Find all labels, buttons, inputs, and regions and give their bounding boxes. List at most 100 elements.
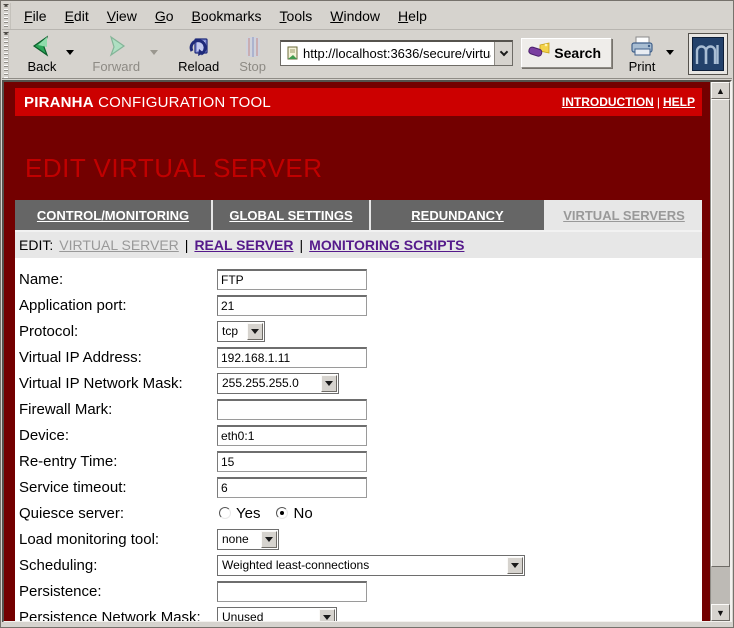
scrollbar-track[interactable] — [711, 567, 730, 604]
scheduling-select[interactable]: Weighted least-connections — [217, 555, 525, 576]
virtual-ip-label: Virtual IP Address: — [18, 349, 217, 366]
tab-control-monitoring[interactable]: CONTROL/MONITORING — [15, 200, 211, 230]
forward-dropdown-icon[interactable] — [150, 50, 158, 59]
menu-edit-hotkey: E — [65, 8, 74, 24]
menu-bookmarks-hotkey: B — [192, 8, 201, 24]
scroll-up-button[interactable]: ▲ — [711, 82, 730, 99]
load-monitoring-label: Load monitoring tool: — [18, 531, 217, 548]
menu-window-label: indow — [343, 8, 380, 24]
protocol-value: tcp — [218, 322, 246, 341]
page-proxy-icon — [281, 42, 300, 65]
virtual-ip-netmask-select[interactable]: 255.255.255.0 — [217, 373, 339, 394]
load-monitoring-value: none — [218, 530, 260, 549]
back-label: Back — [27, 59, 56, 74]
toolbar-grippy[interactable] — [2, 3, 11, 29]
menu-view[interactable]: View — [98, 4, 146, 28]
menu-bar: File Edit View Go Bookmarks Tools Window… — [2, 3, 732, 30]
subnav-prefix: EDIT: — [19, 237, 53, 253]
tab-virtual-servers[interactable]: VIRTUAL SERVERS — [546, 200, 702, 230]
stop-icon — [241, 35, 265, 59]
tab-global-settings[interactable]: GLOBAL SETTINGS — [213, 200, 369, 230]
back-dropdown-icon[interactable] — [66, 50, 74, 59]
menu-go-label: o — [166, 8, 174, 24]
navigation-toolbar: Back Forward Reload Stop — [2, 31, 732, 79]
menu-file-label: ile — [33, 8, 47, 24]
name-input[interactable] — [217, 269, 367, 290]
scrollbar-thumb[interactable] — [711, 99, 730, 567]
menu-file[interactable]: File — [15, 4, 56, 28]
stop-button[interactable]: Stop — [233, 34, 272, 75]
search-flashlight-icon — [528, 42, 550, 63]
menu-edit[interactable]: Edit — [56, 4, 98, 28]
tab-bar: CONTROL/MONITORING GLOBAL SETTINGS REDUN… — [15, 200, 702, 230]
scheduling-label: Scheduling: — [18, 557, 217, 574]
print-label: Print — [629, 59, 656, 74]
url-bar — [280, 40, 513, 66]
subnav-real-server-link[interactable]: REAL SERVER — [194, 237, 293, 253]
print-button[interactable]: Print — [622, 34, 662, 75]
forward-button[interactable]: Forward — [86, 34, 146, 75]
form-row: Firewall Mark: — [18, 396, 702, 422]
menu-bookmarks[interactable]: Bookmarks — [183, 4, 271, 28]
content-box: CONTROL/MONITORING GLOBAL SETTINGS REDUN… — [15, 200, 702, 621]
menu-help-label: elp — [408, 8, 427, 24]
dropdown-arrow-icon — [251, 329, 259, 338]
form-row: Protocol: tcp — [18, 318, 702, 344]
menu-tools-hotkey: T — [280, 8, 287, 24]
persistence-netmask-label: Persistence Network Mask: — [18, 609, 217, 622]
menu-go[interactable]: Go — [146, 4, 183, 28]
url-history-dropdown[interactable] — [494, 42, 512, 65]
page-title: EDIT VIRTUAL SERVER — [25, 153, 702, 184]
menu-help[interactable]: Help — [389, 4, 436, 28]
menu-window-hotkey: W — [330, 8, 343, 24]
menu-tools-label: ools — [287, 8, 313, 24]
back-button[interactable]: Back — [21, 34, 62, 75]
form-row: Name: — [18, 266, 702, 292]
subnav-separator: | — [300, 237, 304, 253]
menu-view-label: iew — [116, 8, 137, 24]
help-link[interactable]: HELP — [663, 95, 695, 109]
forward-label: Forward — [92, 59, 140, 74]
load-monitoring-select[interactable]: none — [217, 529, 279, 550]
form-row: Scheduling: Weighted least-connections — [18, 552, 702, 578]
quiesce-yes-label: Yes — [236, 505, 260, 522]
introduction-link[interactable]: INTRODUCTION — [562, 95, 654, 109]
application-port-input[interactable] — [217, 295, 367, 316]
navbar-grippy[interactable] — [2, 31, 9, 78]
search-button[interactable]: Search — [521, 38, 612, 68]
persistence-netmask-select[interactable]: Unused — [217, 607, 337, 622]
device-input[interactable] — [217, 425, 367, 446]
header-link-separator: | — [654, 95, 663, 109]
subnav-monitoring-scripts-link[interactable]: MONITORING SCRIPTS — [309, 237, 464, 253]
protocol-label: Protocol: — [18, 323, 217, 340]
device-label: Device: — [18, 427, 217, 444]
print-dropdown-icon[interactable] — [666, 50, 674, 59]
protocol-select[interactable]: tcp — [217, 321, 265, 342]
edit-subnav: EDIT: VIRTUAL SERVER | REAL SERVER | MON… — [15, 230, 702, 258]
service-timeout-input[interactable] — [217, 477, 367, 498]
reload-icon — [186, 35, 212, 59]
quiesce-no-radio[interactable] — [276, 507, 288, 519]
quiesce-yes-radio[interactable] — [219, 507, 231, 519]
tab-redundancy[interactable]: REDUNDANCY — [371, 200, 544, 230]
persistence-input[interactable] — [217, 581, 367, 602]
virtual-ip-input[interactable] — [217, 347, 367, 368]
form-row: Persistence Network Mask: Unused — [18, 604, 702, 621]
reload-button[interactable]: Reload — [172, 34, 225, 75]
url-input[interactable] — [300, 42, 494, 65]
firewall-mark-input[interactable] — [217, 399, 367, 420]
mozilla-logo-button[interactable] — [688, 33, 728, 75]
subnav-separator: | — [185, 237, 189, 253]
scroll-down-button[interactable]: ▼ — [711, 604, 730, 621]
menu-tools[interactable]: Tools — [271, 4, 322, 28]
reentry-time-input[interactable] — [217, 451, 367, 472]
scheduling-value: Weighted least-connections — [218, 556, 506, 575]
piranha-page: PIRANHA CONFIGURATION TOOL INTRODUCTION|… — [4, 82, 710, 621]
reload-label: Reload — [178, 59, 219, 74]
brand-bold: PIRANHA — [24, 94, 94, 111]
form-row: Virtual IP Address: — [18, 344, 702, 370]
menu-go-hotkey: G — [155, 8, 166, 24]
menu-bookmarks-label: ookmarks — [201, 8, 262, 24]
menu-window[interactable]: Window — [321, 4, 389, 28]
dropdown-arrow-icon — [325, 381, 333, 390]
